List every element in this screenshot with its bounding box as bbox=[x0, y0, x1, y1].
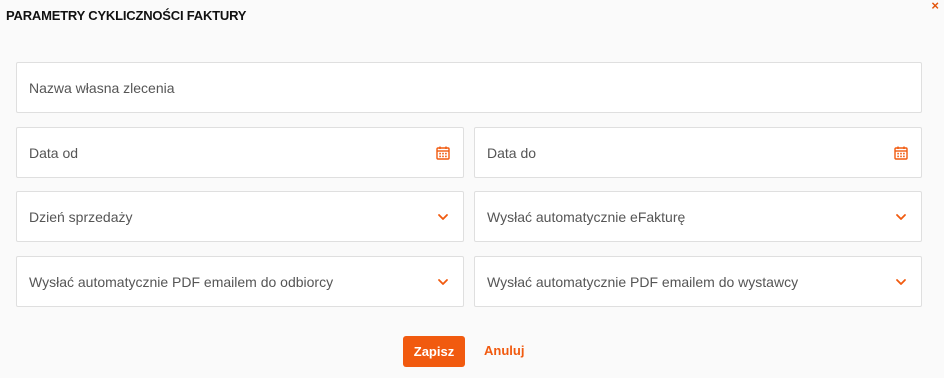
date-to-input[interactable]: Data do bbox=[474, 127, 922, 178]
cancel-link[interactable]: Anuluj bbox=[484, 343, 524, 358]
calendar-icon[interactable] bbox=[435, 145, 451, 161]
chevron-down-icon[interactable] bbox=[893, 274, 909, 290]
chevron-down-icon[interactable] bbox=[435, 274, 451, 290]
auto-pdf-issuer-select[interactable]: Wysłać automatycznie PDF emailem do wyst… bbox=[474, 256, 922, 307]
order-name-input[interactable]: Nazwa własna zlecenia bbox=[16, 62, 922, 113]
sale-day-placeholder: Dzień sprzedaży bbox=[29, 208, 133, 225]
auto-pdf-recipient-placeholder: Wysłać automatycznie PDF emailem do odbi… bbox=[29, 273, 334, 290]
auto-efaktura-select[interactable]: Wysłać automatycznie eFakturę bbox=[474, 191, 922, 242]
sale-day-select[interactable]: Dzień sprzedaży bbox=[16, 191, 464, 242]
save-button[interactable]: Zapisz bbox=[403, 336, 465, 367]
auto-pdf-issuer-placeholder: Wysłać automatycznie PDF emailem do wyst… bbox=[487, 273, 799, 290]
date-from-input[interactable]: Data od bbox=[16, 127, 464, 178]
auto-efaktura-placeholder: Wysłać automatycznie eFakturę bbox=[487, 208, 686, 225]
order-name-placeholder: Nazwa własna zlecenia bbox=[29, 79, 175, 96]
auto-pdf-recipient-select[interactable]: Wysłać automatycznie PDF emailem do odbi… bbox=[16, 256, 464, 307]
cyclic-invoice-dialog: PARAMETRY CYKLICZNOŚCI FAKTURY × Nazwa w… bbox=[0, 0, 944, 378]
chevron-down-icon[interactable] bbox=[435, 209, 451, 225]
close-icon[interactable]: × bbox=[931, 0, 939, 12]
chevron-down-icon[interactable] bbox=[893, 209, 909, 225]
date-to-placeholder: Data do bbox=[487, 144, 537, 161]
dialog-title: PARAMETRY CYKLICZNOŚCI FAKTURY bbox=[6, 8, 247, 23]
calendar-icon[interactable] bbox=[893, 145, 909, 161]
date-from-placeholder: Data od bbox=[29, 144, 79, 161]
